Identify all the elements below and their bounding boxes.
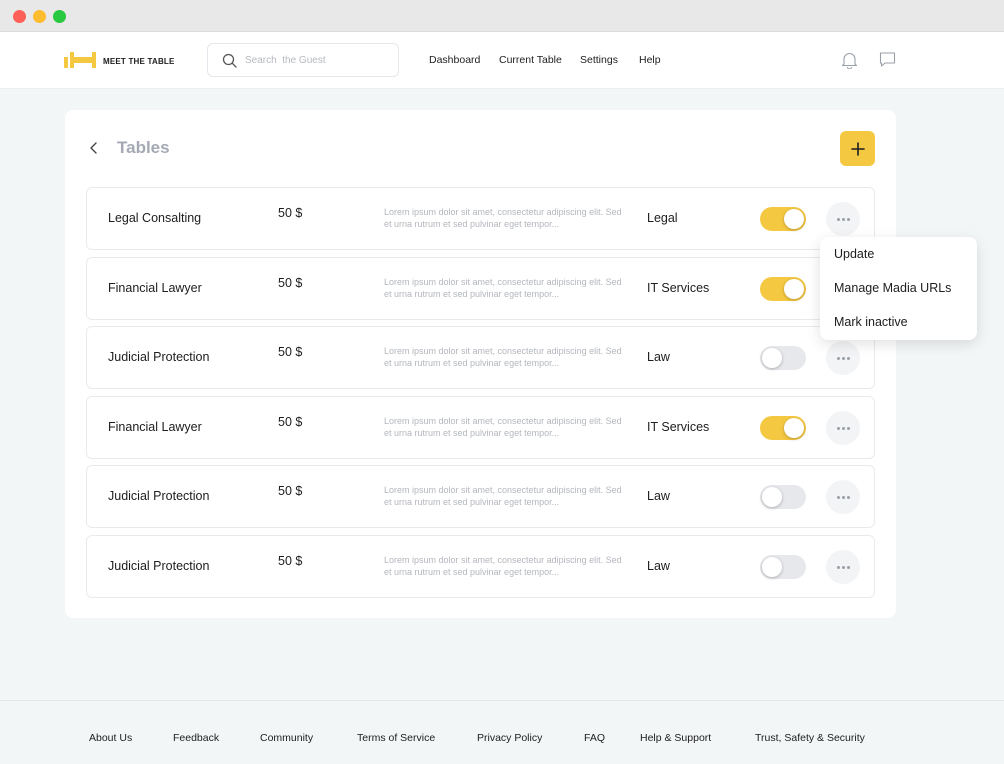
- footer-link-community[interactable]: Community: [260, 732, 313, 744]
- row-description: Lorem ipsum dolor sit amet, consectetur …: [384, 277, 622, 299]
- row-name: Judicial Protection: [108, 559, 210, 573]
- logo-text: MEET THE TABLE: [103, 57, 175, 66]
- tables-card: Tables Legal Consalting 50 $ Lorem ipsum d…: [65, 110, 896, 618]
- active-toggle[interactable]: [760, 346, 806, 370]
- bell-icon[interactable]: [841, 51, 858, 74]
- row-description: Lorem ipsum dolor sit amet, consectetur …: [384, 485, 622, 507]
- footer-link-help-support[interactable]: Help & Support: [640, 732, 711, 744]
- row-category: IT Services: [647, 281, 710, 295]
- row-description: Lorem ipsum dolor sit amet, consectetur …: [384, 416, 622, 438]
- plus-icon: [850, 141, 865, 156]
- nav-help[interactable]: Help: [639, 54, 661, 66]
- nav-settings[interactable]: Settings: [580, 54, 618, 66]
- nav-dashboard[interactable]: Dashboard: [429, 54, 480, 66]
- toggle-knob: [784, 279, 804, 299]
- row-description: Lorem ipsum dolor sit amet, consectetur …: [384, 555, 622, 577]
- active-toggle[interactable]: [760, 555, 806, 579]
- active-toggle[interactable]: [760, 277, 806, 301]
- active-toggle[interactable]: [760, 485, 806, 509]
- footer-link-privacy[interactable]: Privacy Policy: [477, 732, 542, 744]
- minimize-window-button[interactable]: [33, 10, 46, 23]
- footer-link-terms[interactable]: Terms of Service: [357, 732, 435, 744]
- row-category: Law: [647, 489, 670, 503]
- table-row[interactable]: Judicial Protection 50 $ Lorem ipsum dolor…: [86, 465, 875, 528]
- row-price: 50 $: [278, 484, 303, 498]
- row-name: Financial Lawyer: [108, 281, 202, 295]
- logo-icon: [64, 52, 97, 68]
- row-name: Legal Consalting: [108, 211, 202, 225]
- row-category: Legal: [647, 211, 678, 225]
- table-row[interactable]: Judicial Protection 50 $ Lorem ipsum dolor…: [86, 326, 875, 389]
- row-description: Lorem ipsum dolor sit amet, consectetur …: [384, 346, 622, 368]
- table-row[interactable]: Financial Lawyer 50 $ Lorem ipsum dolor si…: [86, 257, 875, 320]
- search-box[interactable]: [207, 43, 399, 77]
- row-category: IT Services: [647, 420, 710, 434]
- footer-link-trust-safety[interactable]: Trust, Safety & Security: [755, 732, 865, 744]
- row-description: Lorem ipsum dolor sit amet, consectetur …: [384, 207, 622, 229]
- logo[interactable]: MEET THE TABLE: [64, 52, 175, 68]
- search-icon: [222, 53, 237, 68]
- row-price: 50 $: [278, 554, 303, 568]
- more-options-button[interactable]: [826, 202, 860, 236]
- row-category: Law: [647, 559, 670, 573]
- more-options-button[interactable]: [826, 411, 860, 445]
- toggle-knob: [762, 557, 782, 577]
- row-price: 50 $: [278, 415, 303, 429]
- active-toggle[interactable]: [760, 416, 806, 440]
- ellipsis-icon: [836, 217, 850, 221]
- ellipsis-icon: [836, 356, 850, 360]
- table-row[interactable]: Legal Consalting 50 $ Lorem ipsum dolor si…: [86, 187, 875, 250]
- menu-item-update[interactable]: Update: [834, 247, 874, 261]
- ellipsis-icon: [836, 426, 850, 430]
- row-price: 50 $: [278, 345, 303, 359]
- maximize-window-button[interactable]: [53, 10, 66, 23]
- toggle-knob: [784, 418, 804, 438]
- search-input[interactable]: [245, 54, 385, 66]
- nav-current-table[interactable]: Current Table: [499, 54, 562, 66]
- ellipsis-icon: [836, 495, 850, 499]
- footer: About Us Feedback Community Terms of Ser…: [0, 700, 1004, 764]
- row-price: 50 $: [278, 276, 303, 290]
- more-options-button[interactable]: [826, 341, 860, 375]
- top-header: MEET THE TABLE Dashboard Current Table S…: [0, 32, 1004, 89]
- ellipsis-icon: [836, 565, 850, 569]
- more-options-button[interactable]: [826, 550, 860, 584]
- table-row[interactable]: Judicial Protection 50 $ Lorem ipsum dolor…: [86, 535, 875, 598]
- menu-item-mark-inactive[interactable]: Mark inactive: [834, 315, 908, 329]
- more-options-button[interactable]: [826, 480, 860, 514]
- table-row[interactable]: Financial Lawyer 50 $ Lorem ipsum dolor si…: [86, 396, 875, 459]
- footer-link-about-us[interactable]: About Us: [89, 732, 132, 744]
- toggle-knob: [762, 487, 782, 507]
- footer-link-faq[interactable]: FAQ: [584, 732, 605, 744]
- row-name: Judicial Protection: [108, 489, 210, 503]
- row-name: Financial Lawyer: [108, 420, 202, 434]
- close-window-button[interactable]: [13, 10, 26, 23]
- menu-item-manage-media-urls[interactable]: Manage Madia URLs: [834, 281, 951, 295]
- row-context-menu: Update Manage Madia URLs Mark inactive: [820, 237, 977, 340]
- row-price: 50 $: [278, 206, 303, 220]
- add-table-button[interactable]: [840, 131, 875, 166]
- toggle-knob: [762, 348, 782, 368]
- toggle-knob: [784, 209, 804, 229]
- page-title: Tables: [117, 138, 170, 157]
- chat-icon[interactable]: [879, 51, 896, 73]
- active-toggle[interactable]: [760, 207, 806, 231]
- chevron-left-icon[interactable]: [87, 140, 101, 156]
- footer-link-feedback[interactable]: Feedback: [173, 732, 219, 744]
- row-category: Law: [647, 350, 670, 364]
- window-titlebar: [0, 0, 1004, 32]
- row-name: Judicial Protection: [108, 350, 210, 364]
